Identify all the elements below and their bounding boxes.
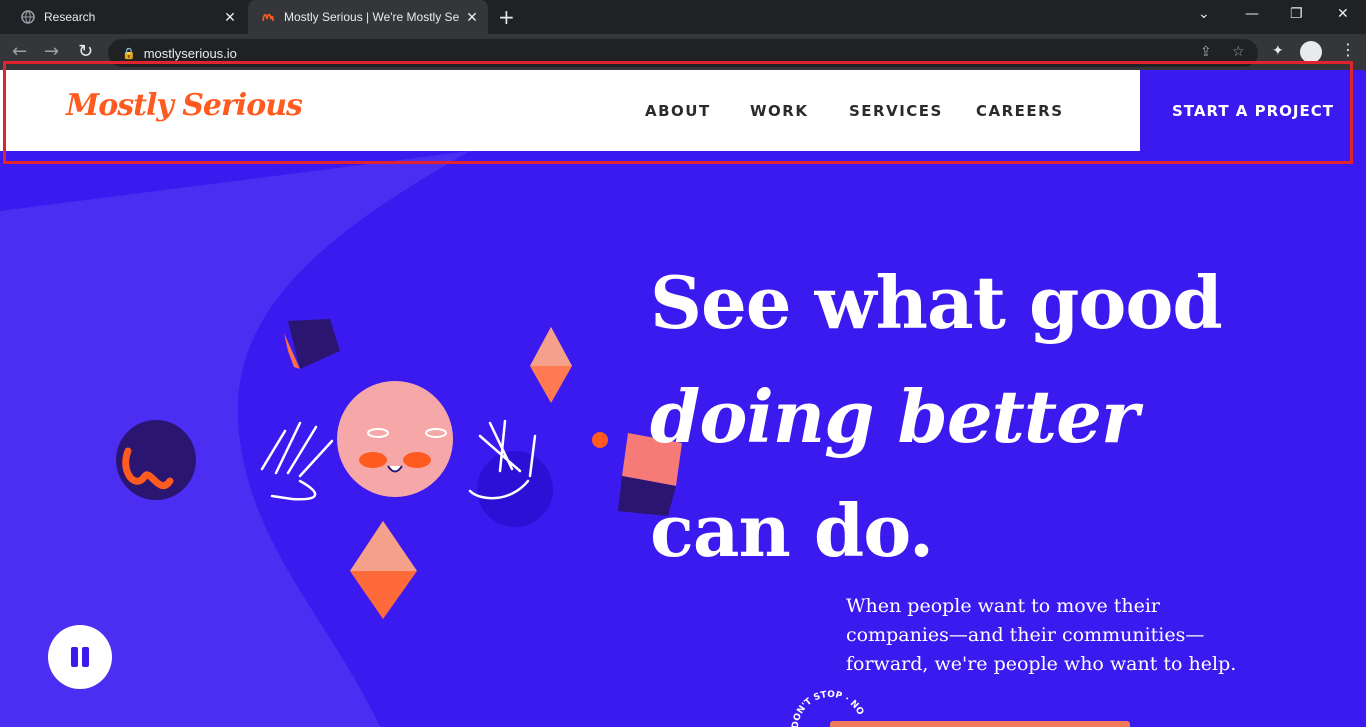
back-icon[interactable]: ← xyxy=(12,41,27,62)
hero-subtext: When people want to move their companies… xyxy=(846,595,1237,675)
nav-services[interactable]: SERVICES xyxy=(849,102,943,120)
nav-work[interactable]: WORK xyxy=(750,102,808,120)
globe-icon xyxy=(20,9,36,25)
cube-icon xyxy=(284,319,340,369)
lock-icon[interactable]: 🔒 xyxy=(122,47,136,60)
site-header: Mostly Serious ABOUT WORK SERVICES CAREE… xyxy=(0,70,1366,151)
url-text: mostlyserious.io xyxy=(143,45,237,61)
headline-line-3: can do. xyxy=(650,488,934,573)
new-tab-button[interactable]: + xyxy=(498,5,515,29)
orange-strip xyxy=(830,721,1130,727)
share-icon[interactable]: ⇪ xyxy=(1200,44,1212,60)
tab-title: Mostly Serious | We're Mostly Se xyxy=(284,10,460,24)
address-toolbar: ← → ↻ 🔒 mostlyserious.io ⇪ ☆ ✦ xyxy=(0,34,1366,70)
browser-menu-icon[interactable]: ⋮ xyxy=(1340,40,1356,59)
hero-headline: See what good doing better can do. xyxy=(650,246,1223,588)
close-tab-icon[interactable]: ✕ xyxy=(220,9,240,26)
bookmark-star-icon[interactable]: ☆ xyxy=(1232,44,1245,60)
left-hand-icon xyxy=(255,421,334,511)
headline-line-2: doing better xyxy=(650,374,1139,459)
nav-careers[interactable]: CAREERS xyxy=(976,102,1064,120)
crystal-icon xyxy=(350,521,417,619)
crystal-icon xyxy=(530,327,572,403)
nav-about[interactable]: ABOUT xyxy=(645,102,711,120)
browser-tab-strip: Research ✕ Mostly Serious | We're Mostly… xyxy=(0,0,1366,34)
right-hand-icon xyxy=(468,419,553,527)
headline-line-1: See what good xyxy=(650,260,1223,345)
url-bar[interactable]: 🔒 mostlyserious.io ⇪ ☆ xyxy=(108,39,1258,67)
reload-icon[interactable]: ↻ xyxy=(78,41,93,62)
extensions-icon[interactable]: ✦ xyxy=(1272,43,1284,59)
tab-title: Research xyxy=(44,10,96,24)
planet-icon xyxy=(116,420,196,500)
tab-research[interactable]: Research ✕ xyxy=(8,0,246,34)
pause-animation-button[interactable] xyxy=(48,625,112,689)
site-logo[interactable]: Mostly Serious xyxy=(66,88,303,123)
orange-dot xyxy=(592,432,608,448)
pause-icon xyxy=(71,647,78,667)
profile-avatar[interactable] xyxy=(1300,41,1322,63)
tab-search-icon[interactable]: ⌄ xyxy=(1198,6,1210,22)
tab-mostly-serious[interactable]: Mostly Serious | We're Mostly Se ✕ xyxy=(248,0,488,34)
close-window-icon[interactable]: ✕ xyxy=(1337,6,1349,22)
start-project-button[interactable]: START A PROJECT xyxy=(1140,70,1366,151)
smiling-face-icon xyxy=(337,381,453,497)
close-tab-icon[interactable]: ✕ xyxy=(462,9,482,26)
minimize-icon[interactable]: — xyxy=(1245,6,1259,22)
hero-section: See what good doing better can do. When … xyxy=(0,151,1366,727)
mostly-serious-favicon xyxy=(260,9,276,25)
restore-icon[interactable]: ❐ xyxy=(1290,6,1303,22)
forward-icon[interactable]: → xyxy=(44,41,59,62)
